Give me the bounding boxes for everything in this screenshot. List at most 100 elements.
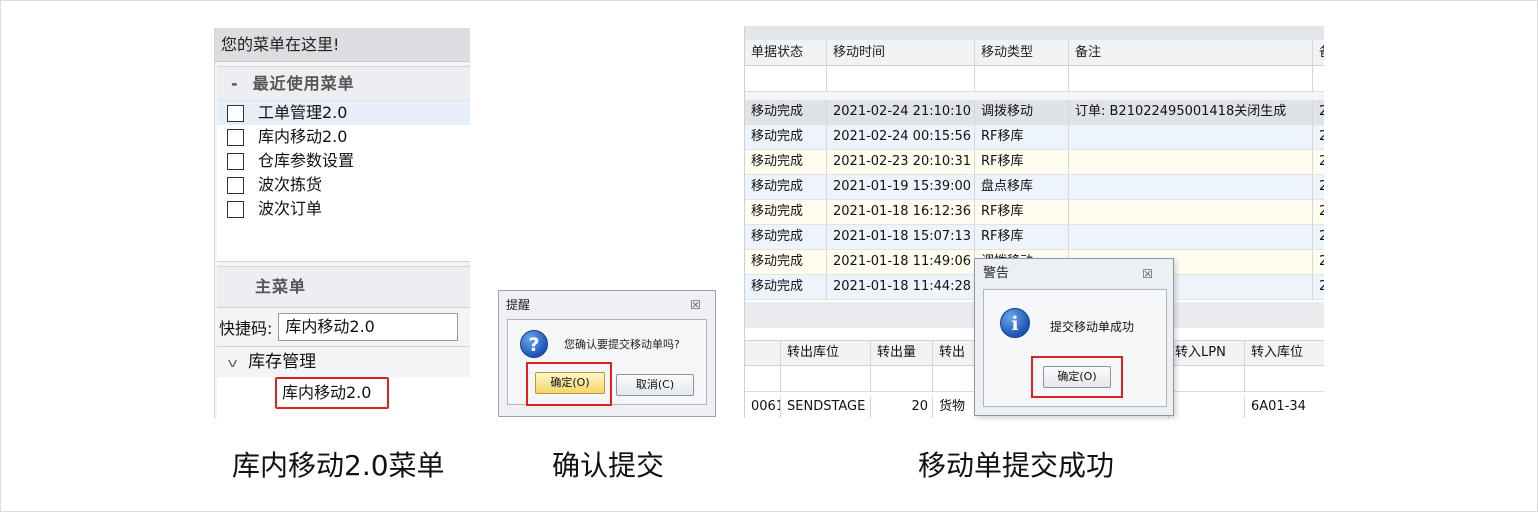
column-header[interactable]: 移动时间 xyxy=(827,40,975,65)
column-header[interactable]: 转入库位 xyxy=(1245,341,1324,365)
collapse-dash-icon[interactable]: - xyxy=(231,74,239,93)
filter-cell[interactable] xyxy=(1245,366,1324,391)
highlight-frame: 确定(O) xyxy=(1031,356,1123,398)
column-header[interactable]: 移动类型 xyxy=(975,40,1069,65)
cell: 2021-01-18 15:07:13 xyxy=(827,225,975,249)
filter-cell[interactable] xyxy=(781,366,871,391)
checkbox[interactable] xyxy=(227,152,244,170)
table-row[interactable]: 移动完成2021-02-23 20:10:31RF移库 2 xyxy=(745,150,1324,175)
recent-item-label: 工单管理2.0 xyxy=(258,103,348,122)
caption: 移动单提交成功 xyxy=(918,449,1115,482)
tree-item-internal-move[interactable]: 库内移动2.0 xyxy=(275,377,389,409)
cell: 2 xyxy=(1313,200,1324,224)
cell: 2 xyxy=(1313,250,1324,274)
column-header[interactable]: 转出库位 xyxy=(781,341,871,365)
confirm-dialog: 提醒 ☒ ? 您确认要提交移动单吗? 确定(O) 取消(C) xyxy=(498,290,716,417)
recent-item[interactable]: 波次拣货 xyxy=(217,173,470,197)
recent-menu-title-text: 最近使用菜单 xyxy=(252,74,355,93)
recent-item[interactable]: 波次订单 xyxy=(217,197,470,221)
cell: 调拨移动 xyxy=(975,100,1069,124)
column-header[interactable]: 转出量 xyxy=(871,341,933,365)
cell xyxy=(1169,396,1245,418)
filter-cell[interactable] xyxy=(1313,66,1324,91)
table-row[interactable]: 移动完成2021-01-19 15:39:00盘点移库 2 xyxy=(745,175,1324,200)
cell: RF移库 xyxy=(975,150,1069,174)
column-header[interactable] xyxy=(745,341,781,365)
grid-spacer xyxy=(745,92,1324,100)
filter-cell[interactable] xyxy=(1169,366,1245,391)
cell: 2021-02-24 21:10:10 xyxy=(827,100,975,124)
cell: 2021-01-19 15:39:00 xyxy=(827,175,975,199)
tree-category-inventory[interactable]: v 库存管理 xyxy=(217,347,470,377)
filter-cell[interactable] xyxy=(745,66,827,91)
table-row[interactable]: 移动完成 2021-02-24 21:10:10 调拨移动 订单: B21022495… xyxy=(745,100,1324,125)
grid-header: 单据状态 移动时间 移动类型 备注 备 xyxy=(745,40,1324,66)
quick-code-label: 快捷码: xyxy=(219,319,273,338)
filter-cell[interactable] xyxy=(745,366,781,391)
tree-category-label: 库存管理 xyxy=(248,352,317,372)
cell: 移动完成 xyxy=(745,100,827,124)
dialog-message: 您确认要提交移动单吗? xyxy=(564,338,680,351)
cell: 2 xyxy=(1313,150,1324,174)
cell: 盘点移库 xyxy=(975,175,1069,199)
cell xyxy=(1069,200,1313,224)
cell: 2 xyxy=(1313,125,1324,149)
menu-panel: 您的菜单在这里! - 最近使用菜单 工单管理2.0 库内移动2.0 仓库参数设置 … xyxy=(214,28,470,418)
recent-item[interactable]: 工单管理2.0 xyxy=(217,101,470,125)
cell: 2 xyxy=(1313,275,1324,299)
ok-button[interactable]: 确定(O) xyxy=(535,372,605,394)
filter-cell[interactable] xyxy=(871,366,933,391)
table-row[interactable]: 移动完成2021-01-18 15:07:13RF移库 2 xyxy=(745,225,1324,250)
alert-title-text: 警告 xyxy=(983,266,1010,281)
cell: 2021-02-24 00:15:56 xyxy=(827,125,975,149)
cell: 0061 xyxy=(745,396,781,418)
recent-item[interactable]: 仓库参数设置 xyxy=(217,149,470,173)
checkbox[interactable] xyxy=(227,176,244,194)
column-header[interactable]: 单据状态 xyxy=(745,40,827,65)
cell: 移动完成 xyxy=(745,225,827,249)
alert-message: 提交移动单成功 xyxy=(1050,320,1135,334)
column-header[interactable]: 备 xyxy=(1313,40,1324,65)
checkbox[interactable] xyxy=(227,200,244,218)
highlight-frame: 确定(O) xyxy=(526,362,612,406)
recent-item[interactable]: 库内移动2.0 xyxy=(217,125,470,149)
menu-header: 您的菜单在这里! xyxy=(215,28,470,62)
cell: RF移库 xyxy=(975,225,1069,249)
alert-title: 警告 ☒ xyxy=(975,259,1173,289)
cell: 移动完成 xyxy=(745,200,827,224)
close-icon[interactable]: ☒ xyxy=(1142,259,1153,289)
column-header[interactable]: 备注 xyxy=(1069,40,1313,65)
cell: 6A01-34 xyxy=(1245,396,1324,418)
table-row[interactable]: 移动完成2021-02-24 00:15:56RF移库 2 xyxy=(745,125,1324,150)
checkbox[interactable] xyxy=(227,104,244,122)
cell: 移动完成 xyxy=(745,275,827,299)
ok-button[interactable]: 确定(O) xyxy=(1043,366,1111,388)
quick-code-row: 快捷码: 库内移动2.0 xyxy=(219,312,459,342)
chevron-down-icon[interactable]: v xyxy=(228,348,238,378)
cell: 2 xyxy=(1313,175,1324,199)
filter-cell[interactable] xyxy=(975,66,1069,91)
cell: 2021-01-18 16:12:36 xyxy=(827,200,975,224)
cell: 移动完成 xyxy=(745,150,827,174)
close-icon[interactable]: ☒ xyxy=(690,291,701,319)
cell: 2 xyxy=(1313,100,1324,124)
cell: 2 xyxy=(1313,225,1324,249)
column-header[interactable]: 转入LPN xyxy=(1169,341,1245,365)
grid-filter-row xyxy=(745,66,1324,92)
cancel-button[interactable]: 取消(C) xyxy=(616,374,694,396)
cell xyxy=(1069,125,1313,149)
filter-cell[interactable] xyxy=(827,66,975,91)
recent-item-label: 波次拣货 xyxy=(258,175,323,194)
caption: 库内移动2.0菜单 xyxy=(232,449,445,482)
dialog-title: 提醒 ☒ xyxy=(499,291,715,319)
table-row[interactable]: 移动完成2021-01-18 16:12:36RF移库 2 xyxy=(745,200,1324,225)
filter-cell[interactable] xyxy=(1069,66,1313,91)
recent-menu-title[interactable]: - 最近使用菜单 xyxy=(217,67,470,101)
quick-code-input[interactable]: 库内移动2.0 xyxy=(278,313,459,341)
checkbox[interactable] xyxy=(227,128,244,146)
cell: 移动完成 xyxy=(745,175,827,199)
recent-item-label: 波次订单 xyxy=(258,199,323,218)
cell: 2021-01-18 11:49:06 xyxy=(827,250,975,274)
main-menu-title[interactable]: 主菜单 xyxy=(217,266,470,308)
menu-tree: v 库存管理 库内移动2.0 xyxy=(217,346,470,418)
